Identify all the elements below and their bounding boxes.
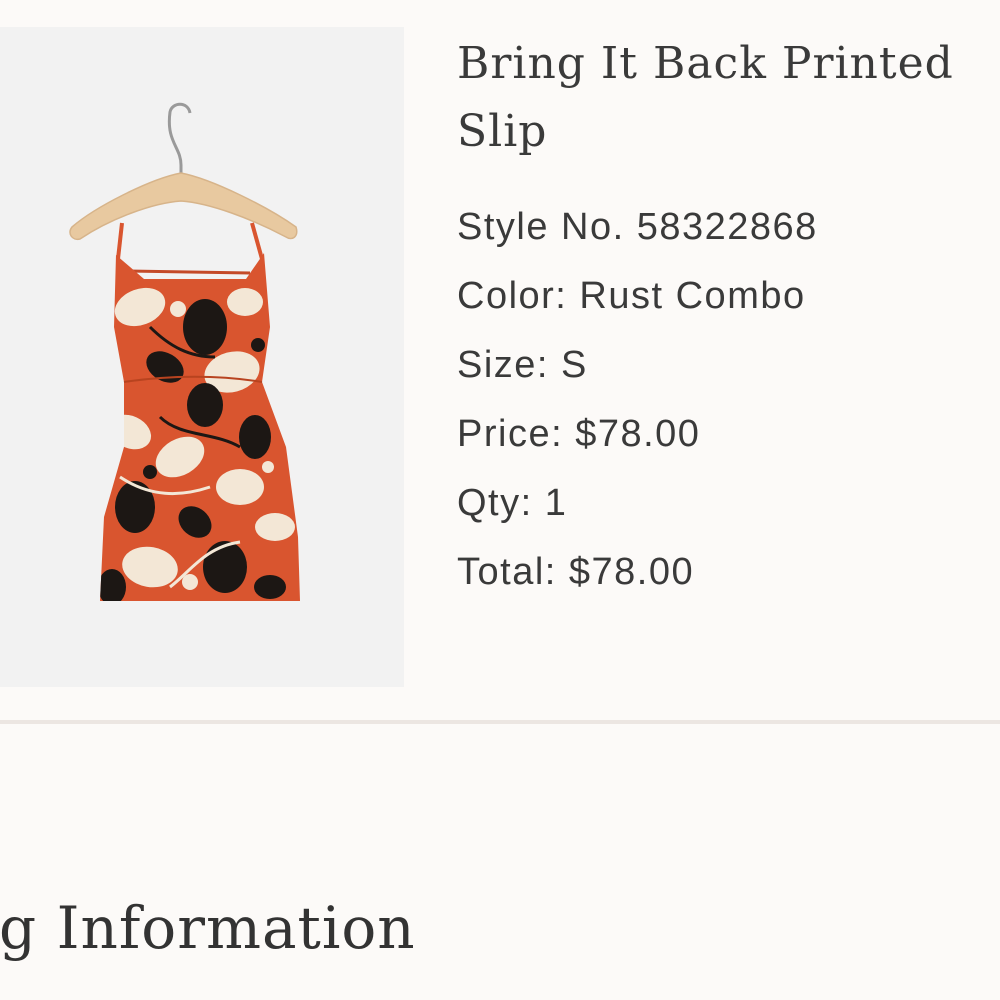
size-detail: Size: S (457, 344, 588, 386)
price-detail: Price: $78.00 (457, 413, 701, 455)
billing-information-heading: lling Information (0, 894, 416, 962)
product-title: Bring It Back Printed Slip (457, 38, 954, 157)
section-divider (0, 720, 1000, 724)
style-number: Style No. 58322868 (457, 206, 818, 248)
order-item-page: Bring It Back Printed Slip Style No. 583… (0, 0, 1000, 1000)
product-image (0, 27, 404, 687)
color-detail: Color: Rust Combo (457, 275, 806, 317)
dress-illustration (0, 27, 404, 687)
total-detail: Total: $78.00 (457, 551, 695, 593)
product-details-list: Style No. 58322868 Color: Rust Combo Siz… (457, 200, 987, 614)
quantity-detail: Qty: 1 (457, 482, 568, 524)
